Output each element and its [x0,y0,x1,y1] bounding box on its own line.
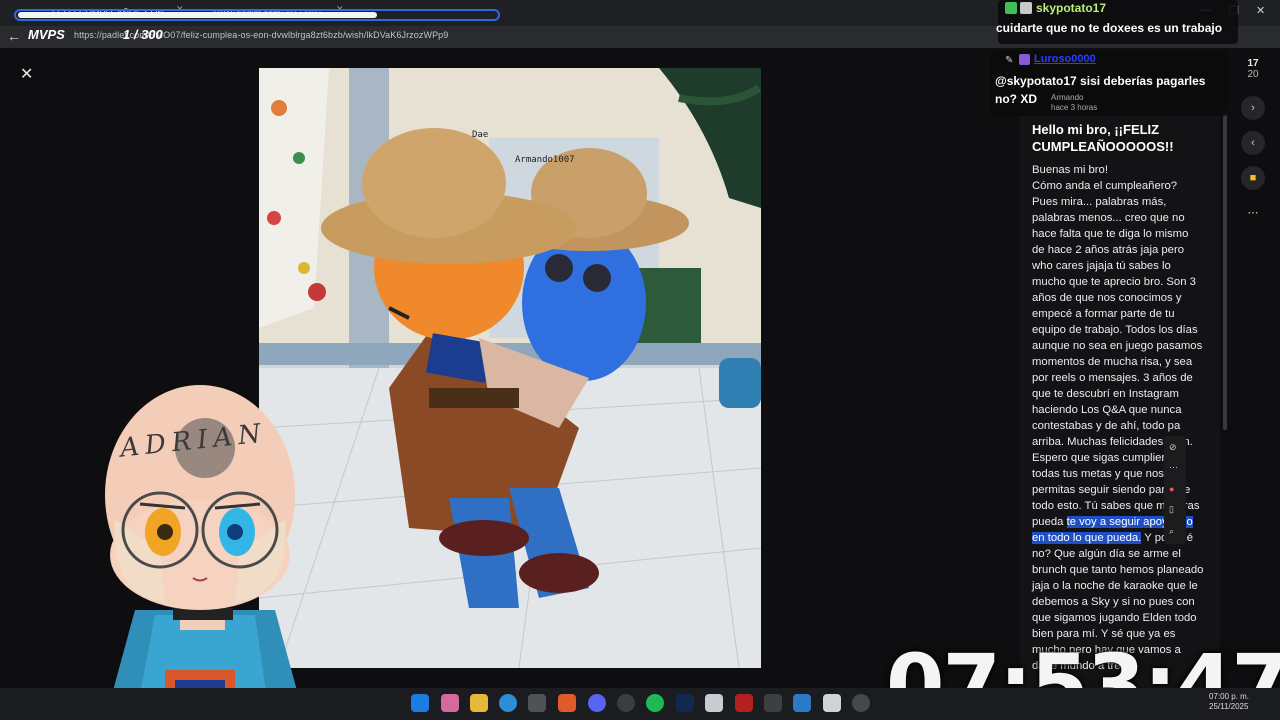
app-icon[interactable] [764,694,782,712]
copy-icon[interactable]: ▯ [1169,504,1174,515]
game-scene-illustration [259,68,761,668]
copilot-icon[interactable] [441,694,459,712]
hide-icon[interactable]: ⊘ [1169,442,1177,453]
date-day: 17 [1247,58,1259,69]
overlay-title: MVPS [28,27,65,42]
gift-icon [1019,54,1030,65]
stream-progress-fill [18,12,377,18]
taskbar-clock[interactable]: 07:00 p. m. 25/11/2025 [1209,692,1249,712]
comment-author: Armando [1051,93,1084,102]
scrollbar[interactable] [1223,110,1227,430]
comment-meta: Armando hace 3 horas [1051,93,1097,113]
post-image: Dae Armando1007 [259,68,761,668]
pencil-icon: ✎ [1005,55,1014,66]
steam-icon[interactable] [617,694,635,712]
media-player-icon[interactable] [852,694,870,712]
chevron-left-icon[interactable]: ‹ [1241,131,1265,155]
player-name-tag: Dae [472,130,489,140]
date-year: 20 [1247,69,1259,80]
close-icon[interactable]: ✕ [20,64,33,84]
comment-time: hace 3 horas [1051,103,1098,112]
photoshop-icon[interactable] [676,694,694,712]
badge-icon [1005,2,1017,14]
screen: FELIZ CUMPLEAÑOS EON (www.padlet.com/281… [0,0,1280,720]
store-icon[interactable] [528,694,546,712]
brave-icon[interactable] [558,694,576,712]
subscriber-icon [1020,2,1032,14]
discord-icon[interactable] [588,694,606,712]
overlay-counter: 1 / 300 [123,27,163,42]
edge-icon[interactable] [499,694,517,712]
more-options-icon[interactable]: ⋯ [1241,200,1265,224]
calculator-icon[interactable] [823,694,841,712]
note-icon[interactable]: ■ [1241,166,1265,190]
search-icon[interactable]: ⌕ [1169,526,1174,537]
back-arrow-icon[interactable]: ← [7,28,21,44]
spotify-icon[interactable] [646,694,664,712]
date-badge: 17 20 [1236,58,1270,80]
color-icon[interactable]: ● [1169,484,1174,494]
taskbar [0,688,1280,720]
context-toolbar: ⊘ ⋯ ● ▯ ⌕ [1164,436,1186,544]
chat-username: skypotato17 [1036,1,1107,15]
app-icon[interactable] [793,694,811,712]
chat-text: cuidarte que no te doxees es un trabajo [996,21,1223,35]
chat-text: @skypotato17 sisi deberías pagarles no? … [995,74,1206,106]
taskbar-date: 25/11/2025 [1209,702,1249,711]
app-icon[interactable] [735,694,753,712]
post-body[interactable]: Buenas mi bro! Cómo anda el cumpleañero?… [1032,162,1204,674]
file-explorer-icon[interactable] [470,694,488,712]
chat-username: Luroso0000 [1034,53,1096,65]
chevron-right-icon[interactable]: › [1241,96,1265,120]
more-icon[interactable]: ⋯ [1169,462,1178,473]
close-window-icon[interactable]: ✕ [1256,4,1265,17]
player-name-tag: Armando1007 [515,155,575,165]
taskbar-time: 07:00 p. m. [1209,692,1250,701]
app-icon[interactable] [705,694,723,712]
start-icon[interactable] [411,694,429,712]
post-title: Hello mi bro, ¡¡FELIZ CUMPLEAÑOOOOOS!! [1032,122,1174,154]
